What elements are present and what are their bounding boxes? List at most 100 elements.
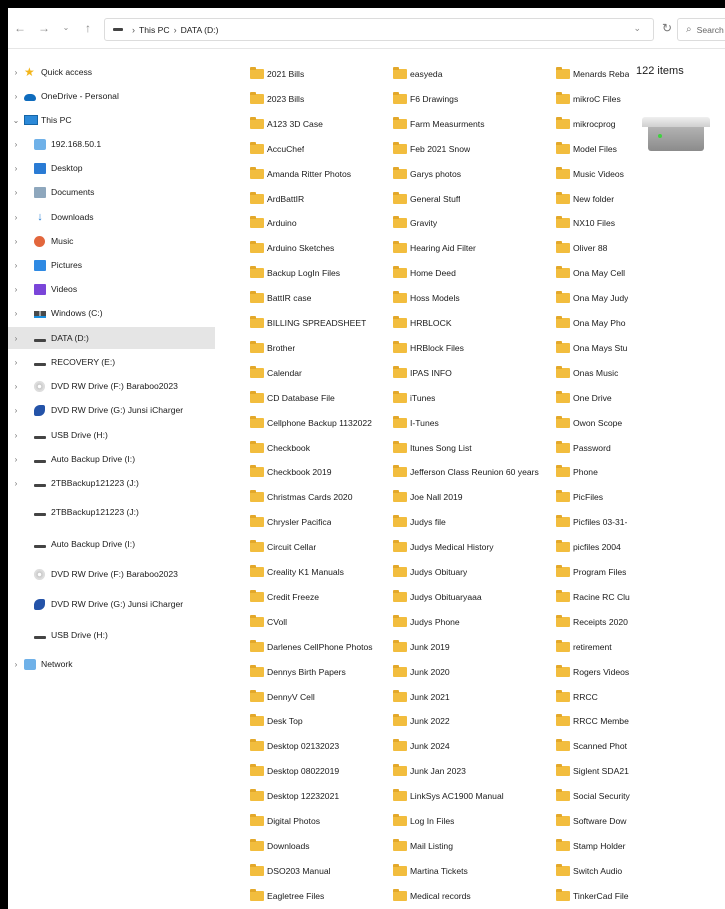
folder-item[interactable]: Cellphone Backup 1132022 <box>250 413 390 433</box>
expand-chevron-icon[interactable]: › <box>12 92 20 101</box>
folder-item[interactable]: Owon Scope <box>556 413 636 433</box>
folder-item[interactable]: Program Files <box>556 562 636 582</box>
folder-item[interactable]: RRCC Membe <box>556 711 636 731</box>
folder-item[interactable]: Chrysler Pacifica <box>250 512 390 532</box>
folder-item[interactable]: NX10 Files <box>556 213 636 233</box>
folder-item[interactable]: BattIR case <box>250 288 390 308</box>
folder-item[interactable]: F6 Drawings <box>393 89 553 109</box>
folder-item[interactable]: TinkerCad File <box>556 886 636 906</box>
folder-item[interactable]: Martina Tickets <box>393 861 553 881</box>
recent-chevron-icon[interactable]: ⌄ <box>58 20 74 36</box>
folder-item[interactable]: Checkbook 2019 <box>250 462 390 482</box>
expand-down-chevron-icon[interactable]: ⌄ <box>12 116 20 125</box>
folder-item[interactable]: Joe Nall 2019 <box>393 487 553 507</box>
folder-item[interactable]: Phone <box>556 462 636 482</box>
folder-item[interactable]: Mail Listing <box>393 836 553 856</box>
folder-item[interactable]: Junk 2019 <box>393 637 553 657</box>
folder-item[interactable]: Log In Files <box>393 811 553 831</box>
sidebar-item[interactable]: › Pictures <box>8 254 215 276</box>
sidebar-item[interactable]: › Auto Backup Drive (I:) <box>8 448 215 470</box>
expand-chevron-icon[interactable]: › <box>12 213 20 222</box>
expand-chevron-icon[interactable]: › <box>12 334 20 343</box>
folder-item[interactable]: Racine RC Clu <box>556 587 636 607</box>
expand-chevron-icon[interactable]: › <box>12 140 20 149</box>
folder-item[interactable]: Arduino <box>250 213 390 233</box>
forward-arrow-icon[interactable]: → <box>36 20 52 36</box>
expand-chevron-icon[interactable]: › <box>12 285 20 294</box>
folder-item[interactable]: Christmas Cards 2020 <box>250 487 390 507</box>
sidebar-item[interactable]: › Documents <box>8 181 215 203</box>
folder-item[interactable]: Receipts 2020 <box>556 612 636 632</box>
folder-item[interactable]: mikroC Files <box>556 89 636 109</box>
folder-item[interactable]: Judys file <box>393 512 553 532</box>
sidebar-item[interactable]: › USB Drive (H:) <box>8 424 215 446</box>
folder-item[interactable]: Itunes Song List <box>393 438 553 458</box>
folder-item[interactable]: Junk 2021 <box>393 687 553 707</box>
sidebar-item[interactable]: › ↓ Downloads <box>8 206 215 228</box>
folder-item[interactable]: Picfiles 03-31- <box>556 512 636 532</box>
sidebar-item[interactable]: › ★ Quick access <box>8 61 215 83</box>
folder-item[interactable]: Password <box>556 438 636 458</box>
folder-item[interactable]: mikrocprog <box>556 114 636 134</box>
sidebar-item[interactable]: USB Drive (H:) <box>8 624 215 646</box>
folder-item[interactable]: ArdBattIR <box>250 189 390 209</box>
folder-item[interactable]: Junk Jan 2023 <box>393 761 553 781</box>
expand-chevron-icon[interactable]: › <box>12 68 20 77</box>
folder-item[interactable]: HRBlock Files <box>393 338 553 358</box>
sidebar-item[interactable]: › 2TBBackup121223 (J:) <box>8 472 215 494</box>
folder-item[interactable]: Eagletree Files <box>250 886 390 906</box>
sidebar-item[interactable]: 2TBBackup121223 (J:) <box>8 501 215 523</box>
folder-item[interactable]: Medical records <box>393 886 553 906</box>
folder-item[interactable]: Model Files <box>556 139 636 159</box>
refresh-icon[interactable]: ↻ <box>658 20 676 36</box>
folder-item[interactable]: A123 3D Case <box>250 114 390 134</box>
folder-item[interactable]: Calendar <box>250 363 390 383</box>
folder-item[interactable]: iTunes <box>393 388 553 408</box>
folder-item[interactable]: Oliver 88 <box>556 238 636 258</box>
folder-item[interactable]: CD Database File <box>250 388 390 408</box>
folder-item[interactable]: IPAS INFO <box>393 363 553 383</box>
folder-item[interactable]: Stamp Holder <box>556 836 636 856</box>
breadcrumb-data-drive[interactable]: DATA (D:) <box>181 25 219 35</box>
up-arrow-icon[interactable]: ↑ <box>80 20 96 36</box>
folder-item[interactable]: Judys Medical History <box>393 537 553 557</box>
folder-item[interactable]: Farm Measurments <box>393 114 553 134</box>
folder-item[interactable]: easyeda <box>393 64 553 84</box>
folder-item[interactable]: BILLING SPREADSHEET <box>250 313 390 333</box>
folder-item[interactable]: Dennys Birth Papers <box>250 662 390 682</box>
folder-item[interactable]: Hearing Aid Filter <box>393 238 553 258</box>
folder-item[interactable]: AccuChef <box>250 139 390 159</box>
back-arrow-icon[interactable]: ← <box>12 20 28 36</box>
expand-chevron-icon[interactable]: › <box>12 261 20 270</box>
folder-item[interactable]: Switch Audio <box>556 861 636 881</box>
folder-item[interactable]: CVoll <box>250 612 390 632</box>
folder-item[interactable]: I-Tunes <box>393 413 553 433</box>
expand-chevron-icon[interactable]: › <box>12 431 20 440</box>
folder-item[interactable]: General Stuff <box>393 189 553 209</box>
folder-item[interactable]: Desk Top <box>250 711 390 731</box>
expand-chevron-icon[interactable]: › <box>12 358 20 367</box>
folder-item[interactable]: Ona May Cell <box>556 263 636 283</box>
sidebar-item[interactable]: › DATA (D:) <box>8 327 215 349</box>
folder-item[interactable]: retirement <box>556 637 636 657</box>
search-box[interactable]: ⌕ Search D <box>677 18 725 41</box>
address-dropdown-chevron-icon[interactable]: ⌄ <box>633 23 641 34</box>
sidebar-item[interactable]: DVD RW Drive (F:) Baraboo2023 <box>8 563 215 585</box>
folder-item[interactable]: Ona May Judy <box>556 288 636 308</box>
folder-item[interactable]: Music Videos <box>556 164 636 184</box>
address-bar[interactable]: › This PC › DATA (D:) ⌄ <box>104 18 654 41</box>
expand-chevron-icon[interactable]: › <box>12 479 20 488</box>
sidebar-item[interactable]: ⌄ This PC <box>8 109 215 131</box>
expand-chevron-icon[interactable]: › <box>12 455 20 464</box>
expand-chevron-icon[interactable]: › <box>12 309 20 318</box>
folder-item[interactable]: Junk 2022 <box>393 711 553 731</box>
folder-item[interactable]: RRCC <box>556 687 636 707</box>
folder-item[interactable]: Feb 2021 Snow <box>393 139 553 159</box>
expand-chevron-icon[interactable]: › <box>12 188 20 197</box>
folder-item[interactable]: picfiles 2004 <box>556 537 636 557</box>
folder-item[interactable]: Checkbook <box>250 438 390 458</box>
expand-chevron-icon[interactable]: › <box>12 406 20 415</box>
folder-item[interactable]: Judys Obituaryaaa <box>393 587 553 607</box>
folder-item[interactable]: Judys Phone <box>393 612 553 632</box>
folder-item[interactable]: LinkSys AC1900 Manual <box>393 786 553 806</box>
